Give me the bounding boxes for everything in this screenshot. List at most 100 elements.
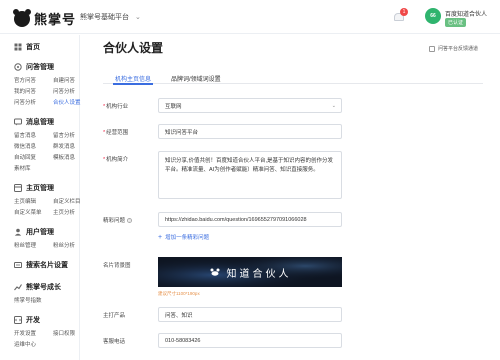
sidebar-item-custom-menu[interactable]: 自定义菜单	[14, 208, 42, 216]
phone-input[interactable]: 010-58083426	[158, 333, 342, 348]
sidebar-item-home[interactable]: 首页	[14, 42, 40, 52]
banner-text: 知道合伙人	[226, 268, 292, 280]
industry-value: 互联网	[165, 103, 182, 110]
avatar[interactable]: 66	[425, 8, 441, 24]
product-value: 问答、知识	[165, 312, 193, 319]
featured-question-input[interactable]: https://zhidao.baidu.com/question/169655…	[158, 212, 342, 227]
add-featured-question-button[interactable]: + 增加一条精彩问题	[158, 233, 210, 242]
account-name[interactable]: 百度知道合伙人	[445, 9, 487, 18]
sidebar-group-qa[interactable]: 问答管理	[14, 62, 54, 72]
code-icon	[14, 316, 22, 324]
phone-label: 客服电话	[103, 339, 126, 345]
card-icon	[14, 262, 22, 268]
sidebar-item-comment-analysis[interactable]: 留言分析	[53, 131, 75, 139]
scope-label: *经营范围	[103, 130, 129, 136]
sidebar-item-api-permissions[interactable]: 接口权限	[53, 329, 75, 337]
feedback-label: 问答平台反馈通道	[438, 46, 479, 52]
sidebar-group-messages[interactable]: 消息管理	[14, 117, 54, 127]
sidebar-item-qa-analysis[interactable]: 问答分析	[53, 87, 75, 95]
sidebar-item-media-library[interactable]: 素材库	[14, 164, 31, 172]
feedback-icon	[429, 45, 435, 52]
sidebar-home-label: 首页	[26, 44, 40, 51]
page-title: 合伙人设置	[103, 41, 164, 55]
add-featured-question-label: 增加一条精彩问题	[165, 235, 210, 241]
sidebar-item-homepage-analysis[interactable]: 主页分析	[53, 208, 75, 216]
sidebar-group-homepage[interactable]: 主页管理	[14, 183, 54, 193]
main-content: 合伙人设置 问答平台反馈通道 机构主页信息 品牌词/领域词设置 *机构行业 互联…	[81, 35, 500, 360]
notification-bell[interactable]: 1	[394, 8, 408, 22]
user-icon	[14, 228, 22, 236]
brand-name: 熊掌号	[34, 12, 77, 27]
intro-label: *机构简介	[103, 157, 129, 163]
homepage-icon	[14, 184, 22, 192]
sidebar-item-homepage-edit[interactable]: 主页编辑	[14, 197, 36, 205]
product-input[interactable]: 问答、知识	[158, 307, 342, 322]
sidebar-item-ops-center[interactable]: 运维中心	[14, 340, 36, 348]
home-icon	[14, 43, 22, 51]
top-bar: 熊掌号 熊掌号基础平台 ⌄ 1 66 百度知道合伙人 已认证	[0, 0, 500, 34]
sidebar-group-label: 问答管理	[26, 64, 54, 71]
sidebar-item-partner-settings[interactable]: 合伙人设置	[53, 98, 81, 106]
plus-icon: +	[158, 233, 163, 241]
featured-question-value: https://zhidao.baidu.com/question/169655…	[165, 216, 307, 223]
notification-badge: 1	[400, 8, 408, 16]
paw-icon	[210, 268, 219, 276]
featured-question-label: 精彩问题?	[103, 216, 133, 224]
scope-value: 知识问答平台	[165, 129, 199, 136]
sidebar-group-label: 搜索名片设置	[26, 262, 68, 269]
industry-label: *机构行业	[103, 104, 129, 110]
banner-image[interactable]: 知道合伙人	[158, 257, 342, 287]
sidebar-group-label: 开发	[26, 317, 40, 324]
growth-icon	[14, 284, 22, 291]
sidebar-group-label: 熊掌号成长	[26, 284, 61, 291]
banner-size-hint: 建议尺寸1100*190px	[158, 291, 200, 296]
brand-logo[interactable]: 熊掌号	[13, 8, 77, 28]
chevron-down-icon: ⌄	[135, 14, 141, 21]
platform-name: 熊掌号基础平台	[80, 14, 129, 21]
sidebar-item-comments[interactable]: 留言消息	[14, 131, 36, 139]
sidebar-item-index[interactable]: 熊掌号指数	[14, 296, 42, 304]
tab-brand-keywords[interactable]: 品牌词/领域词设置	[171, 74, 221, 83]
sidebar-item-custom-columns[interactable]: 自定义栏目	[53, 197, 81, 205]
intro-label-text: 机构简介	[106, 157, 129, 163]
sidebar-item-my-qa[interactable]: 我的问答	[14, 87, 36, 95]
phone-value: 010-58083426	[165, 337, 201, 344]
intro-textarea[interactable]: 知识分享,价值共创！百度知道合伙人平台,是基于知识内容的创作分发平台。精准流量、…	[158, 151, 342, 199]
chevron-down-icon: ⌄	[331, 103, 336, 109]
product-label: 主打产品	[103, 313, 126, 319]
sidebar-group-label: 主页管理	[26, 185, 54, 192]
sidebar-item-auto-reply[interactable]: 自动回复	[14, 153, 36, 161]
sidebar-group-label: 用户管理	[26, 229, 54, 236]
sidebar-group-dev[interactable]: 开发	[14, 315, 40, 325]
sidebar: 首页 问答管理 官方问答 自建问答 我的问答 问答分析 问答分析 合伙人设置 消…	[0, 35, 81, 360]
sidebar-group-label: 消息管理	[26, 119, 54, 126]
sidebar-item-qa-analysis-2[interactable]: 问答分析	[14, 98, 36, 106]
active-tab-indicator	[113, 83, 153, 85]
banner-label: 名片背景图	[103, 263, 131, 269]
sidebar-item-broadcast[interactable]: 群发消息	[53, 142, 75, 150]
industry-select[interactable]: 互联网 ⌄	[158, 98, 342, 113]
scope-label-text: 经营范围	[106, 130, 129, 136]
message-icon	[14, 118, 22, 126]
qa-icon	[14, 63, 22, 71]
tab-org-info[interactable]: 机构主页信息	[115, 74, 151, 83]
sidebar-group-users[interactable]: 用户管理	[14, 227, 54, 237]
sidebar-item-fans-manage[interactable]: 粉丝管理	[14, 241, 36, 249]
sidebar-group-growth[interactable]: 熊掌号成长	[14, 282, 61, 292]
verified-badge: 已认证	[445, 18, 467, 27]
sidebar-item-self-qa[interactable]: 自建问答	[53, 76, 75, 84]
industry-label-text: 机构行业	[106, 104, 129, 110]
sidebar-item-dev-settings[interactable]: 开发设置	[14, 329, 36, 337]
tab-bar: 机构主页信息 品牌词/领域词设置	[103, 69, 483, 84]
sidebar-item-templates[interactable]: 模板消息	[53, 153, 75, 161]
featured-question-label-text: 精彩问题	[103, 218, 126, 224]
sidebar-group-search-card[interactable]: 搜索名片设置	[14, 260, 68, 270]
help-icon: ?	[127, 218, 133, 223]
feedback-link[interactable]: 问答平台反馈通道	[429, 45, 478, 52]
sidebar-item-official-qa[interactable]: 官方问答	[14, 76, 36, 84]
scope-input[interactable]: 知识问答平台	[158, 124, 342, 139]
paw-icon	[13, 8, 31, 27]
sidebar-item-wechat-messages[interactable]: 微信消息	[14, 142, 36, 150]
platform-switcher[interactable]: 熊掌号基础平台 ⌄	[80, 12, 141, 22]
sidebar-item-fans-analysis[interactable]: 粉丝分析	[53, 241, 75, 249]
